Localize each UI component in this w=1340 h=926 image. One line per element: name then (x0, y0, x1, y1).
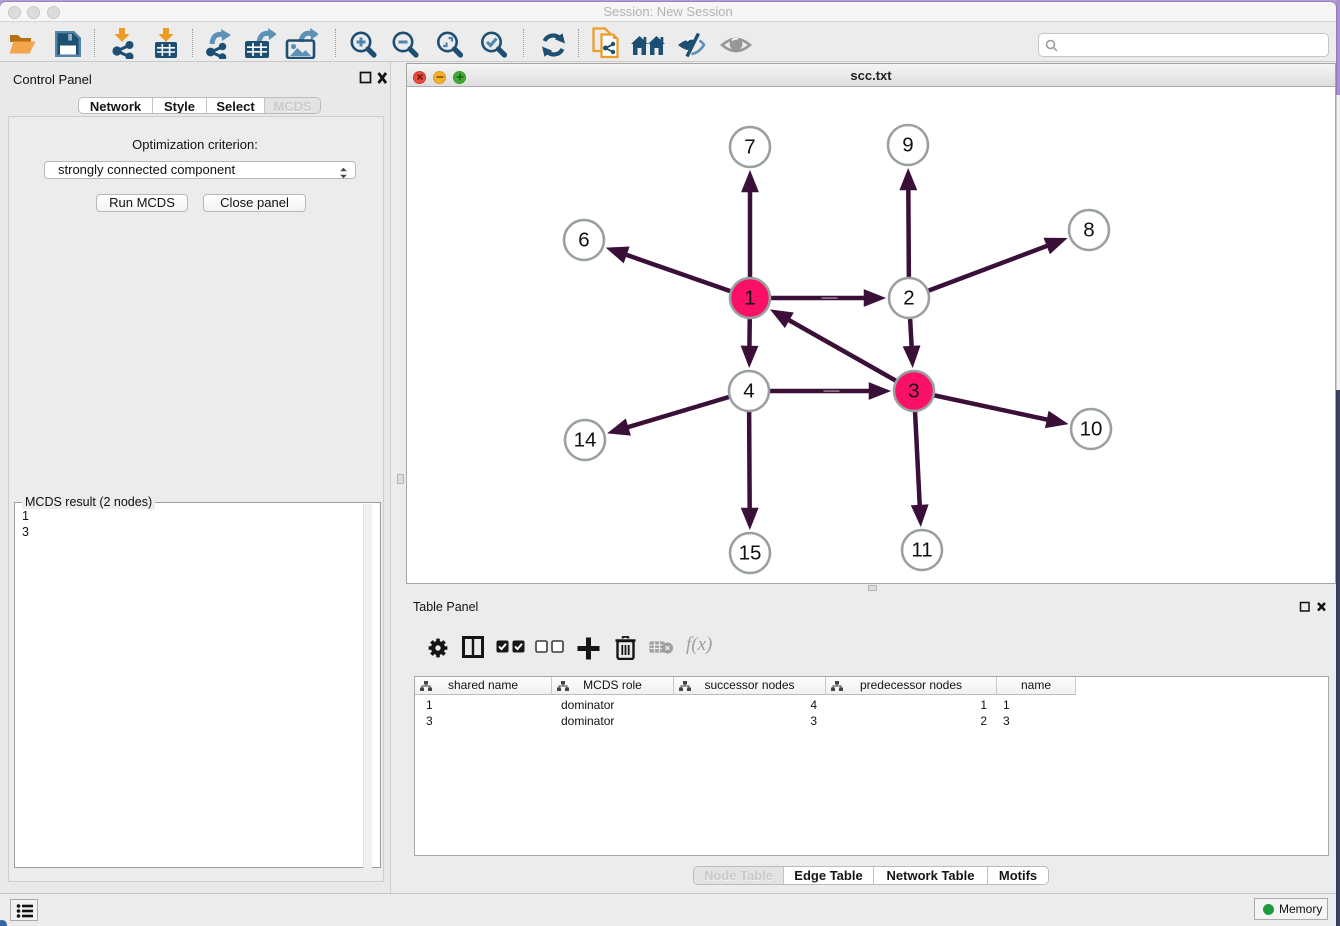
svg-text:4: 4 (743, 380, 754, 403)
svg-text:6: 6 (578, 229, 589, 252)
svg-text:3: 3 (908, 380, 919, 403)
svg-text:7: 7 (744, 136, 755, 159)
svg-text:14: 14 (574, 429, 597, 452)
svg-text:11: 11 (911, 539, 932, 562)
svg-text:10: 10 (1080, 418, 1103, 441)
svg-text:15: 15 (739, 542, 762, 565)
svg-text:8: 8 (1083, 219, 1094, 242)
svg-text:1: 1 (744, 287, 755, 310)
svg-text:2: 2 (903, 287, 914, 310)
svg-text:9: 9 (902, 134, 913, 157)
